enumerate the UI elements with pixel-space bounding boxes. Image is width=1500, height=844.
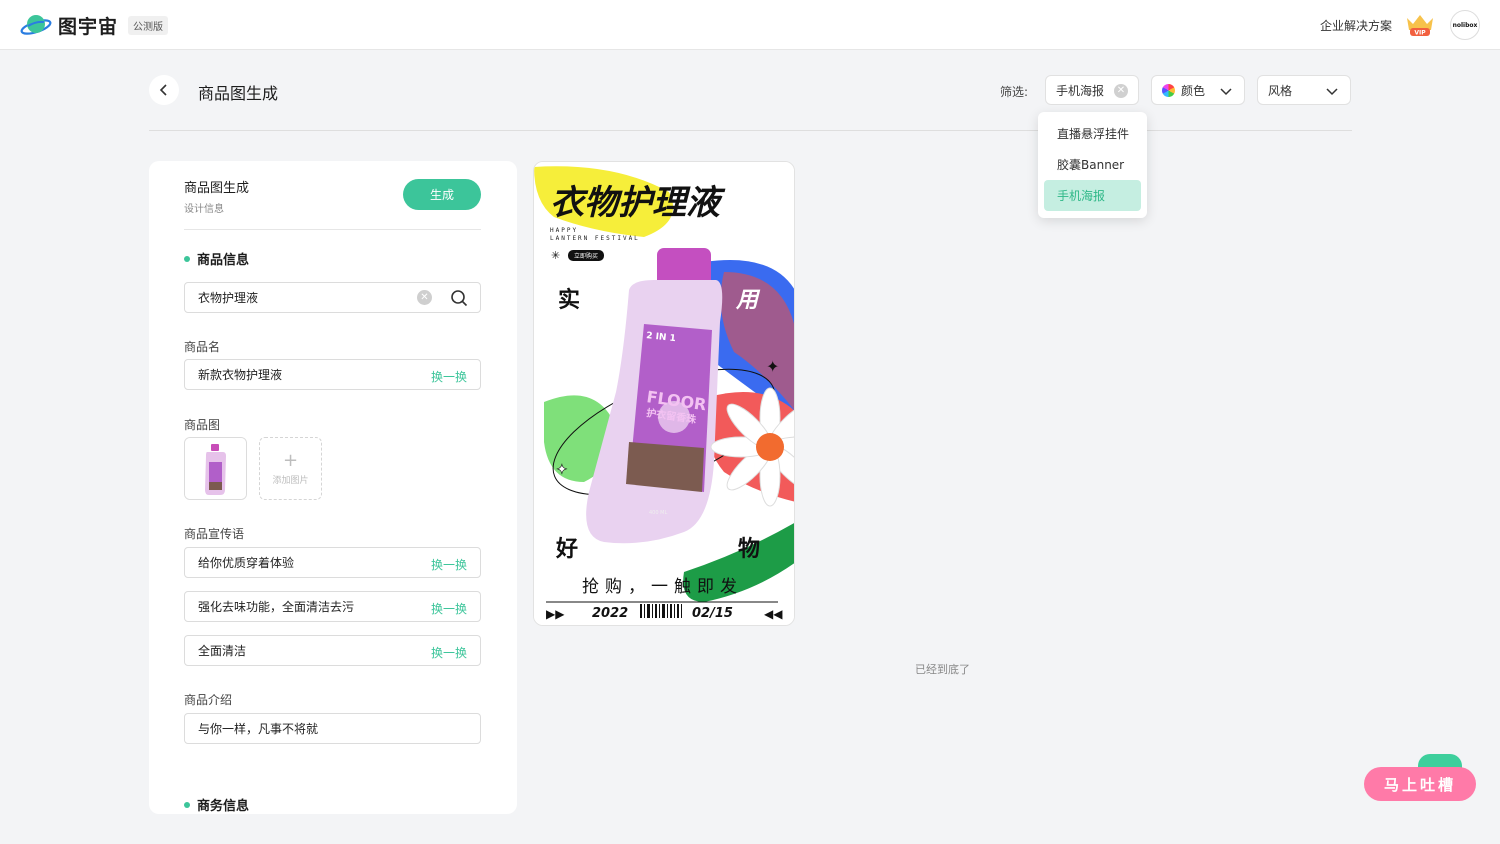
avatar[interactable]: nolibox xyxy=(1450,10,1480,40)
poster-artwork: 衣物护理液 HAPPY LANTERN FESTIVAL ✳ 立即购买 实 用 … xyxy=(534,162,794,625)
type-filter[interactable]: 手机海报 ✕ xyxy=(1045,75,1139,105)
page-title: 商品图生成 xyxy=(198,84,279,103)
panel-title: 商品图生成 xyxy=(184,181,250,196)
fast-forward-icon: ▶▶ xyxy=(546,607,565,621)
chevron-left-icon xyxy=(159,84,167,96)
product-intro-label: 商品介绍 xyxy=(184,693,233,707)
style-filter-label: 风格 xyxy=(1268,83,1293,98)
section-product-info-label: 商品信息 xyxy=(197,253,250,268)
swap-button[interactable]: 换一换 xyxy=(431,600,467,617)
product-search-value: 衣物护理液 xyxy=(198,291,259,305)
back-button[interactable] xyxy=(149,75,179,105)
chevron-down-icon xyxy=(1220,88,1232,96)
slogan-field[interactable]: 给你优质穿着体验 换一换 xyxy=(184,547,481,578)
style-filter[interactable]: 风格 xyxy=(1257,75,1351,105)
color-filter-label: 颜色 xyxy=(1181,83,1206,98)
color-filter[interactable]: 颜色 xyxy=(1151,75,1245,105)
swap-button[interactable]: 换一换 xyxy=(431,644,467,661)
end-of-list-note: 已经到底了 xyxy=(915,663,970,676)
generate-button[interactable]: 生成 xyxy=(403,179,481,210)
section-product-info: 商品信息 xyxy=(184,249,249,268)
panel-subtitle: 设计信息 xyxy=(184,204,224,215)
beta-badge: 公测版 xyxy=(128,16,168,35)
section-business-info: 商务信息 xyxy=(184,795,249,814)
search-icon[interactable] xyxy=(450,289,468,307)
star-icon: ✦ xyxy=(766,357,779,376)
poster-date: 02/15 xyxy=(692,606,733,621)
generated-poster-card[interactable]: 衣物护理液 HAPPY LANTERN FESTIVAL ✳ 立即购买 实 用 … xyxy=(533,161,795,626)
section-dot-icon xyxy=(184,801,190,808)
product-image-thumbnail[interactable] xyxy=(184,437,247,500)
swap-button[interactable]: 换一换 xyxy=(431,556,467,573)
planet-logo-icon[interactable] xyxy=(20,12,52,38)
clear-icon[interactable]: ✕ xyxy=(1114,84,1128,98)
add-image-label: 添加图片 xyxy=(272,475,309,486)
feedback-button[interactable]: 马上吐槽 xyxy=(1364,767,1476,801)
slogan-field[interactable]: 强化去味功能，全面清洁去污 换一换 xyxy=(184,591,481,622)
slogan-label: 商品宣传语 xyxy=(184,527,245,541)
vip-label: VIP xyxy=(1414,30,1426,37)
product-intro-field[interactable]: 与你一样，凡事不将就 xyxy=(184,713,481,744)
dropdown-option-mobile-poster[interactable]: 手机海报 xyxy=(1044,180,1141,211)
enterprise-solutions-link[interactable]: 企业解决方案 xyxy=(1320,17,1392,34)
slogan-value: 强化去味功能，全面清洁去污 xyxy=(198,600,355,614)
chevron-down-icon xyxy=(1326,88,1338,96)
panel-divider xyxy=(184,229,481,230)
product-intro-value: 与你一样，凡事不将就 xyxy=(198,722,319,736)
product-search-input[interactable]: 衣物护理液 ✕ xyxy=(184,282,481,313)
section-business-info-label: 商务信息 xyxy=(197,799,250,814)
dropdown-option-capsule-banner[interactable]: 胶囊Banner xyxy=(1044,149,1141,180)
slogan-value: 全面清洁 xyxy=(198,644,247,658)
swap-button[interactable]: 换一换 xyxy=(431,368,467,385)
dropdown-option-live-widget[interactable]: 直播悬浮挂件 xyxy=(1044,118,1141,149)
top-bar: 图宇宙 公测版 企业解决方案 VIP nolibox xyxy=(0,0,1500,50)
type-dropdown-menu: 直播悬浮挂件 胶囊Banner 手机海报 xyxy=(1038,112,1147,218)
slogan-field[interactable]: 全面清洁 换一换 xyxy=(184,635,481,666)
color-wheel-icon xyxy=(1162,83,1175,97)
poster-word-tl: 实 xyxy=(558,287,580,313)
design-info-panel: 商品图生成 设计信息 生成 商品信息 衣物护理液 ✕ 商品名 新款衣物护理液 换… xyxy=(149,161,517,814)
poster-word-tr: 用 xyxy=(735,288,761,313)
header-divider xyxy=(149,130,1352,131)
rewind-icon: ◀◀ xyxy=(764,607,783,621)
filter-label: 筛选: xyxy=(1000,85,1029,99)
star-icon: ✦ xyxy=(556,462,568,478)
sparkle-icon: ✳ xyxy=(551,249,560,262)
type-filter-value: 手机海报 xyxy=(1056,83,1105,98)
poster-word-bl: 好 xyxy=(555,536,578,562)
product-image-label: 商品图 xyxy=(184,418,221,432)
poster-buy-tag: 立即购买 xyxy=(574,252,598,260)
product-name-field[interactable]: 新款衣物护理液 换一换 xyxy=(184,359,481,390)
product-name-value: 新款衣物护理液 xyxy=(198,368,283,382)
clear-icon[interactable]: ✕ xyxy=(417,290,432,305)
slogan-value: 给你优质穿着体验 xyxy=(198,556,295,570)
section-dot-icon xyxy=(184,255,190,262)
add-image-button[interactable]: + 添加图片 xyxy=(259,437,322,500)
vip-crown-icon[interactable]: VIP xyxy=(1404,12,1436,38)
poster-sub1: HAPPY xyxy=(550,227,578,234)
poster-year: 2022 xyxy=(592,606,628,621)
product-name-label: 商品名 xyxy=(184,340,221,354)
plus-icon: + xyxy=(282,449,299,471)
app-name[interactable]: 图宇宙 xyxy=(58,12,118,39)
poster-word-br: 物 xyxy=(738,536,760,562)
poster-cta: 抢购，一触即发 xyxy=(582,577,743,597)
bottle-volume: 400 ML xyxy=(649,510,667,516)
poster-headline: 衣物护理液 xyxy=(550,183,726,223)
poster-sub2: LANTERN FESTIVAL xyxy=(550,235,640,242)
